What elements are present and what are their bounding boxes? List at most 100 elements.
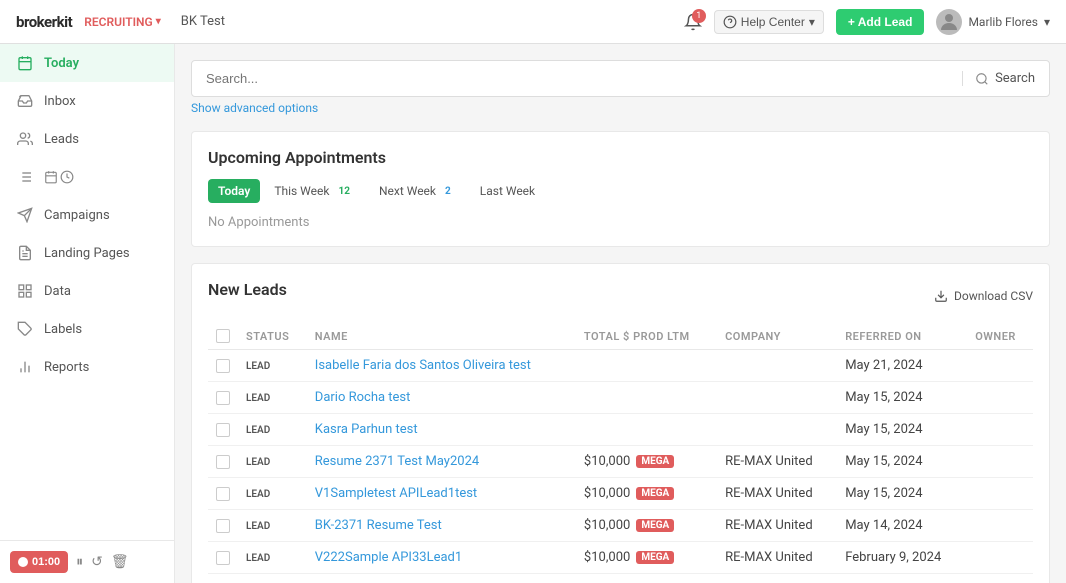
- cell-company: [717, 382, 837, 414]
- search-button[interactable]: Search: [962, 71, 1035, 86]
- row-checkbox[interactable]: [216, 551, 230, 565]
- new-leads-section: New Leads Download CSV STATUS NAME TOTAL…: [191, 263, 1050, 583]
- row-checkbox[interactable]: [216, 359, 230, 373]
- row-checkbox[interactable]: [216, 423, 230, 437]
- cell-name[interactable]: V222Sample API33Lead1: [307, 542, 576, 574]
- row-checkbox[interactable]: [216, 519, 230, 533]
- appointments-title: Upcoming Appointments: [208, 148, 1033, 167]
- cell-total: $10,000MEGA: [576, 510, 717, 542]
- cell-owner: [967, 478, 1033, 510]
- caret-icon: ▾: [156, 16, 161, 27]
- user-caret-icon: ▾: [1044, 15, 1050, 29]
- table-row: LEADDario Rocha testMay 15, 2024: [208, 382, 1033, 414]
- footer-icons: ⏸ ↺ 🗑: [76, 554, 129, 570]
- data-icon: [16, 282, 34, 300]
- col-owner: OWNER: [967, 323, 1033, 350]
- sidebar-item-landing-pages[interactable]: Landing Pages: [0, 234, 174, 272]
- sidebar-item-tasks[interactable]: [0, 158, 174, 196]
- select-all-checkbox[interactable]: [216, 329, 230, 343]
- record-button[interactable]: 01:00: [10, 551, 68, 573]
- tab-this-week[interactable]: This Week 12: [264, 179, 365, 203]
- cell-status: LEAD: [238, 542, 307, 574]
- sidebar-item-labels[interactable]: Labels: [0, 310, 174, 348]
- cell-name[interactable]: Resume 2371 Test May2024: [307, 446, 576, 478]
- tab-today[interactable]: Today: [208, 179, 260, 203]
- next-week-badge: 2: [440, 185, 456, 198]
- cell-name[interactable]: Isabelle Faria dos Santos Oliveira test: [307, 350, 576, 382]
- show-advanced-link[interactable]: Show advanced options: [191, 101, 1050, 115]
- col-status: STATUS: [238, 323, 307, 350]
- row-checkbox[interactable]: [216, 455, 230, 469]
- sidebar-item-campaigns[interactable]: Campaigns: [0, 196, 174, 234]
- refresh-icon[interactable]: ↺: [91, 554, 103, 570]
- cell-company: [717, 574, 837, 583]
- table-row: LEADBK-2371 Resume Test$10,000MEGARE-MAX…: [208, 510, 1033, 542]
- table-row: LEADResume 2371 Test May2024$10,000MEGAR…: [208, 446, 1033, 478]
- sidebar-item-leads[interactable]: Leads: [0, 120, 174, 158]
- cell-name[interactable]: V1Sampletest APILead1test: [307, 478, 576, 510]
- row-checkbox[interactable]: [216, 487, 230, 501]
- leads-table: STATUS NAME TOTAL $ PROD LTM COMPANY REF…: [208, 323, 1033, 583]
- table-row: LEADWBSampleBK2540 APILead2540NOT LICENS…: [208, 574, 1033, 583]
- landing-pages-icon: [16, 244, 34, 262]
- sidebar-item-label: Today: [44, 56, 79, 71]
- cell-owner: [967, 446, 1033, 478]
- sidebar-item-reports[interactable]: Reports: [0, 348, 174, 386]
- table-row: LEADV1Sampletest APILead1test$10,000MEGA…: [208, 478, 1033, 510]
- inbox-icon: [16, 92, 34, 110]
- cell-total: [576, 414, 717, 446]
- cell-name[interactable]: BK-2371 Resume Test: [307, 510, 576, 542]
- cell-referred-on: May 21, 2024: [837, 350, 967, 382]
- pause-icon[interactable]: ⏸: [76, 554, 83, 570]
- cell-total: $10,000MEGA: [576, 542, 717, 574]
- cell-total: NOT LICENSED: [576, 574, 717, 583]
- sidebar-footer: 01:00 ⏸ ↺ 🗑: [0, 540, 174, 583]
- today-icon: [16, 54, 34, 72]
- user-menu[interactable]: Marlib Flores ▾: [936, 9, 1050, 35]
- cell-referred-on: May 14, 2024: [837, 510, 967, 542]
- cell-total: $10,000MEGA: [576, 478, 717, 510]
- sidebar-item-inbox[interactable]: Inbox: [0, 82, 174, 120]
- download-icon: [934, 289, 948, 303]
- new-leads-title: New Leads: [208, 280, 287, 299]
- cell-name[interactable]: WBSampleBK2540 APILead2540: [307, 574, 576, 583]
- cell-total: [576, 382, 717, 414]
- cell-status: LEAD: [238, 478, 307, 510]
- table-row: LEADIsabelle Faria dos Santos Oliveira t…: [208, 350, 1033, 382]
- cell-referred-on: February 9, 2024: [837, 542, 967, 574]
- help-center-button[interactable]: Help Center ▾: [714, 10, 824, 34]
- avatar: [936, 9, 962, 35]
- delete-icon[interactable]: 🗑: [111, 554, 129, 570]
- cell-referred-on: May 15, 2024: [837, 478, 967, 510]
- cell-name[interactable]: Dario Rocha test: [307, 382, 576, 414]
- campaigns-icon: [16, 206, 34, 224]
- sidebar-item-label: Campaigns: [44, 208, 110, 223]
- tab-next-week[interactable]: Next Week 2: [369, 179, 466, 203]
- tab-last-week[interactable]: Last Week: [470, 179, 545, 203]
- reports-icon: [16, 358, 34, 376]
- sidebar-item-label: Landing Pages: [44, 246, 130, 261]
- row-checkbox[interactable]: [216, 391, 230, 405]
- sidebar-item-label: Inbox: [44, 94, 76, 109]
- cell-company: RE-MAX United: [717, 478, 837, 510]
- download-csv-button[interactable]: Download CSV: [934, 289, 1033, 303]
- sidebar-item-today[interactable]: Today: [0, 44, 174, 82]
- topnav-right: 1 Help Center ▾ + Add Lead Marlib Flores…: [684, 9, 1050, 35]
- notifications-button[interactable]: 1: [684, 13, 702, 31]
- cell-owner: [967, 574, 1033, 583]
- sidebar-item-data[interactable]: Data: [0, 272, 174, 310]
- cell-status: LEAD: [238, 382, 307, 414]
- recruiting-menu[interactable]: RECRUITING ▾: [84, 15, 161, 29]
- cell-name[interactable]: Kasra Parhun test: [307, 414, 576, 446]
- sidebar-item-label: Data: [44, 284, 71, 299]
- cell-owner: [967, 382, 1033, 414]
- workspace-name: BK Test: [181, 14, 225, 29]
- add-lead-button[interactable]: + Add Lead: [836, 9, 925, 35]
- main-content: Search Show advanced options Upcoming Ap…: [175, 44, 1066, 583]
- sidebar-item-label: Reports: [44, 360, 89, 375]
- cell-status: LEAD: [238, 446, 307, 478]
- cell-company: [717, 414, 837, 446]
- search-input[interactable]: [206, 71, 962, 86]
- col-name: NAME: [307, 323, 576, 350]
- cell-referred-on: May 15, 2024: [837, 414, 967, 446]
